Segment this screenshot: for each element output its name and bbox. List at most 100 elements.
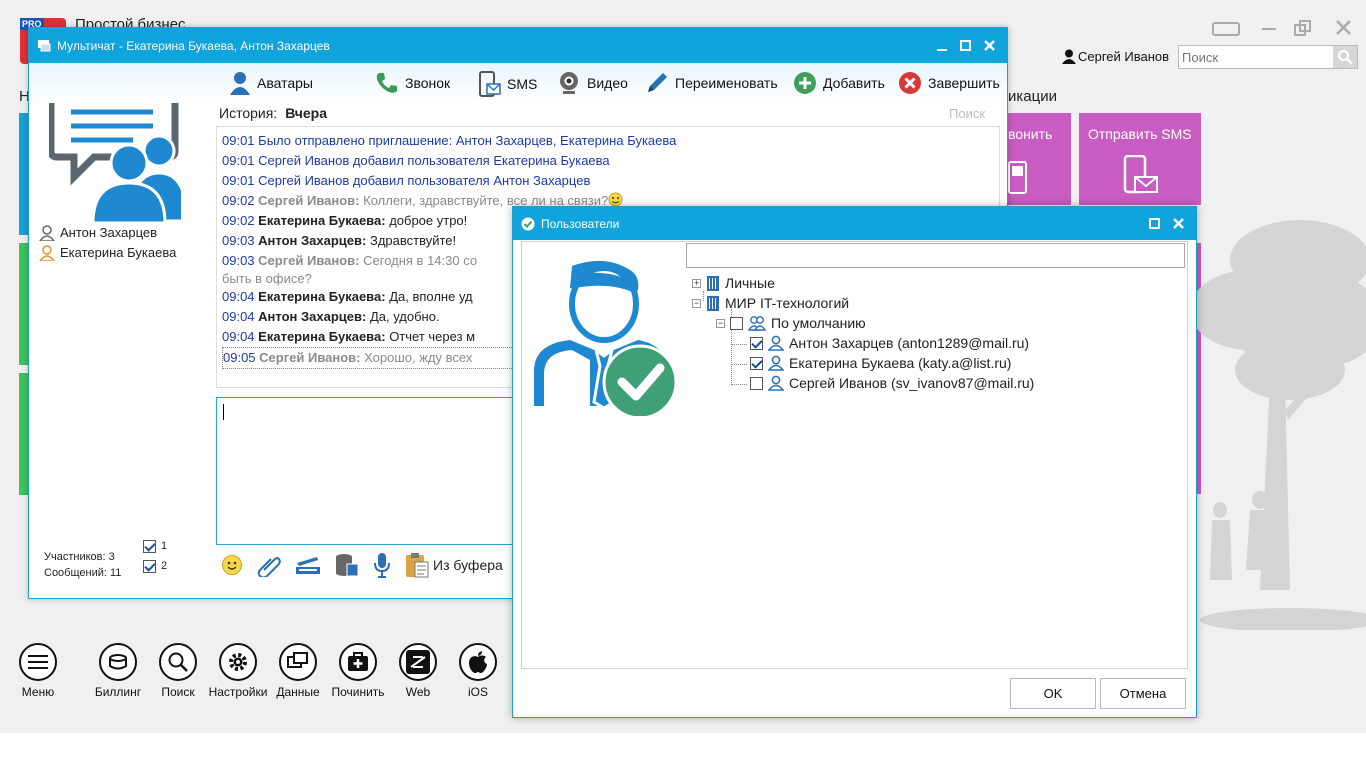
option-checkbox-1[interactable]: 1 (143, 536, 167, 556)
launcher-billing[interactable]: Биллинг (88, 643, 148, 699)
option-checkbox-2[interactable]: 2 (143, 556, 167, 576)
close-icon[interactable] (1173, 218, 1184, 229)
paste-from-clipboard-button[interactable]: Из буфера (405, 552, 503, 578)
tree-user-item[interactable]: Антон Захарцев (anton1289@mail.ru) (750, 333, 1029, 353)
maximize-icon[interactable] (1149, 218, 1160, 229)
tile-call[interactable]: вонить (1008, 113, 1071, 205)
tree-user-label: Екатерина Букаева (katy.a@list.ru) (789, 355, 1012, 371)
history-selector[interactable]: История: Вчера (219, 105, 327, 121)
launcher-web[interactable]: Web (388, 643, 448, 699)
group-checkbox[interactable] (730, 316, 743, 330)
user-icon (768, 335, 784, 351)
video-button[interactable]: Видео (557, 71, 628, 95)
users-filter-input[interactable] (686, 243, 1185, 268)
launcher-menu-label: Меню (21, 685, 55, 699)
launcher-settings[interactable]: Настройки (208, 643, 268, 699)
user-checkbox[interactable] (750, 356, 763, 370)
emoji-smile-icon (608, 192, 623, 207)
finish-label: Завершить (928, 75, 1000, 91)
add-button[interactable]: Добавить (793, 71, 885, 95)
participant-item[interactable]: Антон Захарцев (39, 223, 176, 243)
user-female-icon (39, 245, 55, 261)
cancel-button[interactable]: Отмена (1100, 678, 1186, 709)
tree-node-default-group[interactable]: − По умолчанию (716, 313, 866, 333)
end-chat-icon (899, 72, 921, 94)
attachment-icon[interactable] (257, 553, 281, 577)
message-row: 09:01 Сергей Иванов добавил пользователя… (222, 173, 591, 188)
tree-user-item[interactable]: Сергей Иванов (sv_ivanov87@mail.ru) (750, 373, 1034, 393)
database-file-icon[interactable] (335, 553, 359, 577)
launcher-data[interactable]: Данные (268, 643, 328, 699)
user-icon (768, 355, 784, 371)
participants-count: Участников: 3 (44, 551, 115, 563)
emoji-icon[interactable] (221, 554, 243, 576)
search-icon (168, 652, 188, 672)
search-button[interactable] (1333, 46, 1357, 68)
avatars-label: Аватары (257, 75, 313, 91)
launcher-repair[interactable]: Починить (328, 643, 388, 699)
participants-list: Антон Захарцев Екатерина Букаева (39, 223, 176, 263)
avatars-button[interactable]: Аватары (229, 71, 313, 95)
tree-illustration (1190, 220, 1366, 630)
avatar-icon (230, 72, 250, 95)
close-icon[interactable] (984, 40, 995, 51)
current-user[interactable]: Сергей Иванов (1062, 49, 1169, 64)
checkbox-checked-icon (143, 539, 156, 553)
history-search[interactable]: Поиск (949, 106, 985, 121)
billing-icon (109, 654, 127, 670)
current-user-name: Сергей Иванов (1078, 49, 1170, 64)
launcher-ios[interactable]: iOS (448, 643, 508, 699)
clipboard-label: Из буфера (433, 557, 503, 573)
tree-node-personal[interactable]: + Личные (692, 273, 775, 293)
menu-fragment-communications[interactable]: икации (1008, 88, 1057, 105)
expand-icon[interactable]: + (692, 278, 701, 288)
history-label: История: (219, 105, 278, 121)
scanner-icon[interactable] (295, 554, 321, 576)
search-input[interactable] (1179, 46, 1331, 68)
sms-phone-icon (1123, 155, 1158, 194)
call-button[interactable]: Звонок (375, 71, 450, 95)
sms-label: SMS (507, 76, 538, 92)
user-icon (1062, 49, 1076, 64)
group-icon (748, 316, 766, 331)
launcher-search-label: Поиск (161, 685, 195, 699)
tablet-mode-icon[interactable] (1212, 22, 1240, 36)
minimize-icon[interactable] (1262, 28, 1276, 32)
user-approved-illustration (534, 260, 678, 416)
ok-button[interactable]: OK (1010, 678, 1096, 709)
sms-button[interactable]: SMS (479, 71, 537, 97)
chat-stats: Участников: 3 Сообщений: 11 (44, 549, 121, 581)
tree-user-item[interactable]: Екатерина Букаева (katy.a@list.ru) (750, 353, 1011, 373)
launcher-settings-label: Настройки (208, 685, 268, 699)
minimize-icon[interactable] (937, 41, 947, 51)
tree-node-organization[interactable]: − МИР IT-технологий (692, 293, 849, 313)
tile-sms-label: Отправить SMS (1088, 126, 1192, 142)
participant-item[interactable]: Екатерина Букаева (39, 243, 176, 263)
microphone-icon[interactable] (373, 552, 391, 578)
collapse-icon[interactable]: − (692, 298, 701, 308)
launcher-web-label: Web (405, 685, 431, 699)
chat-window-icon (38, 39, 51, 51)
video-label: Видео (587, 75, 628, 91)
finish-button[interactable]: Завершить (898, 71, 1000, 95)
compose-toolbar: Из буфера (221, 552, 503, 578)
rename-button[interactable]: Переименовать (645, 71, 778, 95)
building-icon (707, 276, 719, 291)
tree-user-label: Сергей Иванов (sv_ivanov87@mail.ru) (789, 375, 1035, 391)
sms-phone-icon (479, 71, 501, 97)
message-row: 09:01 Сергей Иванов добавил пользователя… (222, 153, 610, 168)
maximize-icon[interactable] (960, 40, 971, 51)
launcher-menu[interactable]: Меню (8, 643, 68, 699)
user-checkbox[interactable] (750, 376, 763, 390)
messages-count: Сообщений: 11 (44, 567, 122, 579)
users-dialog-titlebar[interactable]: Пользователи (513, 207, 1196, 240)
user-icon (768, 375, 784, 391)
multichat-titlebar[interactable]: Мультичат - Екатерина Букаева, Антон Зах… (29, 28, 1007, 63)
launcher-search[interactable]: Поиск (148, 643, 208, 699)
restore-icon[interactable] (1294, 20, 1312, 36)
user-checkbox[interactable] (750, 336, 763, 350)
tile-send-sms[interactable]: Отправить SMS (1079, 113, 1201, 205)
close-icon[interactable] (1336, 20, 1351, 35)
collapse-icon[interactable]: − (716, 318, 725, 328)
tree-node-label: МИР IT-технологий (725, 295, 850, 311)
